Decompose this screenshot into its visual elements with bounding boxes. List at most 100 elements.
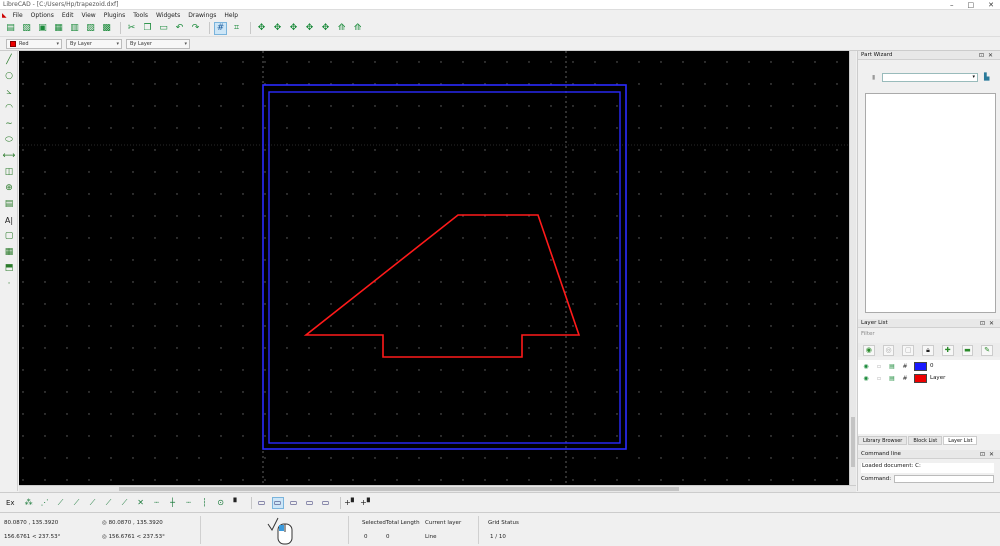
zoom-pan-icon[interactable]: ⟰ [351,22,364,35]
insert-block-icon[interactable]: +▘ [344,497,357,509]
close-button[interactable]: ✕ [988,1,994,9]
layer-row[interactable]: ◉ ▫ ▤ # 0 [858,360,1000,372]
add-block-icon[interactable]: +▘ [360,497,373,509]
snap-middle-icon[interactable]: ⟋ [103,497,115,509]
redo-icon[interactable]: ↷ [189,22,202,35]
horizontal-scroll-thumb[interactable] [119,487,679,491]
menu-plugins[interactable]: Plugins [104,12,126,19]
save-as-icon[interactable]: ▥ [68,22,81,35]
menu-file[interactable]: File [13,12,23,19]
polyline-tool-icon[interactable]: ⦣ [2,85,16,99]
layer-name[interactable]: 0 [930,363,934,369]
snap-center-icon[interactable]: ⟋ [87,497,99,509]
snap-endpoint-icon[interactable]: ⟋ [55,497,67,509]
lock-icon[interactable]: ▫ [875,363,883,370]
restrict-vertical-icon[interactable]: ┆ [199,497,211,509]
layer-filter-input[interactable]: Filter [861,331,875,337]
point-tool-icon[interactable]: · [2,277,16,291]
snap-entity-icon[interactable]: ⟋ [71,497,83,509]
save-icon[interactable]: ▦ [52,22,65,35]
redraw-icon[interactable]: ✥ [255,22,268,35]
relative-zero-icon[interactable]: ⊙ [215,497,227,509]
layer-color-swatch[interactable] [914,373,927,383]
new-file-icon[interactable]: ▤ [4,22,17,35]
command-input[interactable] [894,475,995,483]
menu-drawings[interactable]: Drawings [188,12,216,19]
menu-edit[interactable]: Edit [62,12,74,19]
arc-tool-icon[interactable]: ◠ [2,101,16,115]
open-file-icon[interactable]: ▣ [36,22,49,35]
menu-widgets[interactable]: Widgets [156,12,180,19]
edit-layer-icon[interactable]: ✎ [981,344,994,356]
menu-help[interactable]: Help [224,12,238,19]
layer-name[interactable]: Layer [930,375,945,381]
line-type-select[interactable]: By Layer ▾ [66,38,122,49]
panel-controls[interactable]: ⊡✕ [980,320,998,327]
print-icon[interactable]: ▨ [84,22,97,35]
hatch-tool-icon[interactable]: ⬒ [2,261,16,275]
tab-library-browser[interactable]: Library Browser [858,436,908,445]
lock-all-icon[interactable]: 🔒︎ [922,344,934,356]
drawing-canvas[interactable] [19,51,856,485]
remove-layer-icon[interactable]: ▬ [961,344,974,356]
zoom-auto-icon[interactable]: ✥ [303,22,316,35]
ellipse-tool-icon[interactable]: ⬭ [2,133,16,147]
print-icon[interactable]: ▤ [888,375,896,382]
info-tool-icon[interactable]: ⊕ [2,181,16,195]
lock-icon[interactable]: ▫ [875,375,883,382]
menu-options[interactable]: Options [31,12,54,19]
panel-controls[interactable]: ⊡✕ [980,451,998,458]
pen-color-select[interactable]: Red ▾ [6,38,62,49]
hide-all-layers-icon[interactable]: ◎ [882,344,895,356]
line-width-select[interactable]: By Layer ▾ [126,38,190,49]
layer-color-swatch[interactable] [914,361,927,371]
zoom-window-icon[interactable]: ⟰ [335,22,348,35]
visible-eye-icon[interactable]: ◉ [862,363,870,370]
curve-tool-icon[interactable]: ∼ [2,117,16,131]
zoom-in-icon[interactable]: ✥ [271,22,284,35]
monitor-alt-icon[interactable]: ▭ [320,497,332,509]
unlock-all-icon[interactable]: ▢ [902,344,915,356]
part-select[interactable]: ▾ [882,73,978,82]
construction-icon[interactable]: # [901,363,909,370]
undo-icon[interactable]: ↶ [173,22,186,35]
zoom-out-icon[interactable]: ✥ [287,22,300,35]
copy-icon[interactable]: ❐ [141,22,154,35]
menu-tools[interactable]: Tools [133,12,148,19]
select-tool-icon[interactable]: ▤ [2,197,16,211]
draft-mode-icon[interactable]: ⌗ [230,22,243,35]
snap-intersection-icon[interactable]: ✕ [135,497,147,509]
print-preview-icon[interactable]: ▩ [100,22,113,35]
vertical-scrollbar[interactable] [849,51,856,485]
snap-grid-icon[interactable]: ⋰ [39,497,51,509]
maximize-button[interactable]: □ [968,1,975,9]
modify-tool-icon[interactable]: ◫ [2,165,16,179]
zoom-previous-icon[interactable]: ✥ [319,22,332,35]
tab-block-list[interactable]: Block List [908,436,943,445]
text-tool-icon[interactable]: A| [2,213,16,227]
dimension-tool-icon[interactable]: ⟷ [2,149,16,163]
block-tool-icon[interactable]: ▢ [2,229,16,243]
fit-view-icon[interactable]: ▭ [288,497,300,509]
panel-controls[interactable]: ⊡✕ [979,52,997,59]
print-view-icon[interactable]: ▭ [271,496,284,509]
print-icon[interactable]: ▤ [888,363,896,370]
grid-icon[interactable]: # [214,21,227,35]
snap-free-icon[interactable]: ⁂ [23,497,35,509]
image-tool-icon[interactable]: ▦ [2,245,16,259]
cut-icon[interactable]: ✂ [125,22,138,35]
view-icon[interactable]: ▭ [256,497,268,509]
vertical-scroll-thumb[interactable] [851,417,855,467]
menu-view[interactable]: View [81,12,95,19]
paste-icon[interactable]: ▭ [157,22,170,35]
minimize-button[interactable]: – [950,1,954,9]
add-layer-icon[interactable]: ✚ [941,344,954,356]
snap-distance-icon[interactable]: ⟋ [119,497,131,509]
lock-relative-zero-icon[interactable]: ▘ [231,497,243,509]
restrict-orthogonal-icon[interactable]: ┼ [167,497,179,509]
construction-icon[interactable]: # [901,375,909,382]
horizontal-scrollbar[interactable] [19,485,856,492]
tab-layer-list[interactable]: Layer List [943,436,978,445]
restrict-nothing-icon[interactable]: ┄ [151,497,163,509]
line-tool-icon[interactable]: ╱ [2,53,16,67]
